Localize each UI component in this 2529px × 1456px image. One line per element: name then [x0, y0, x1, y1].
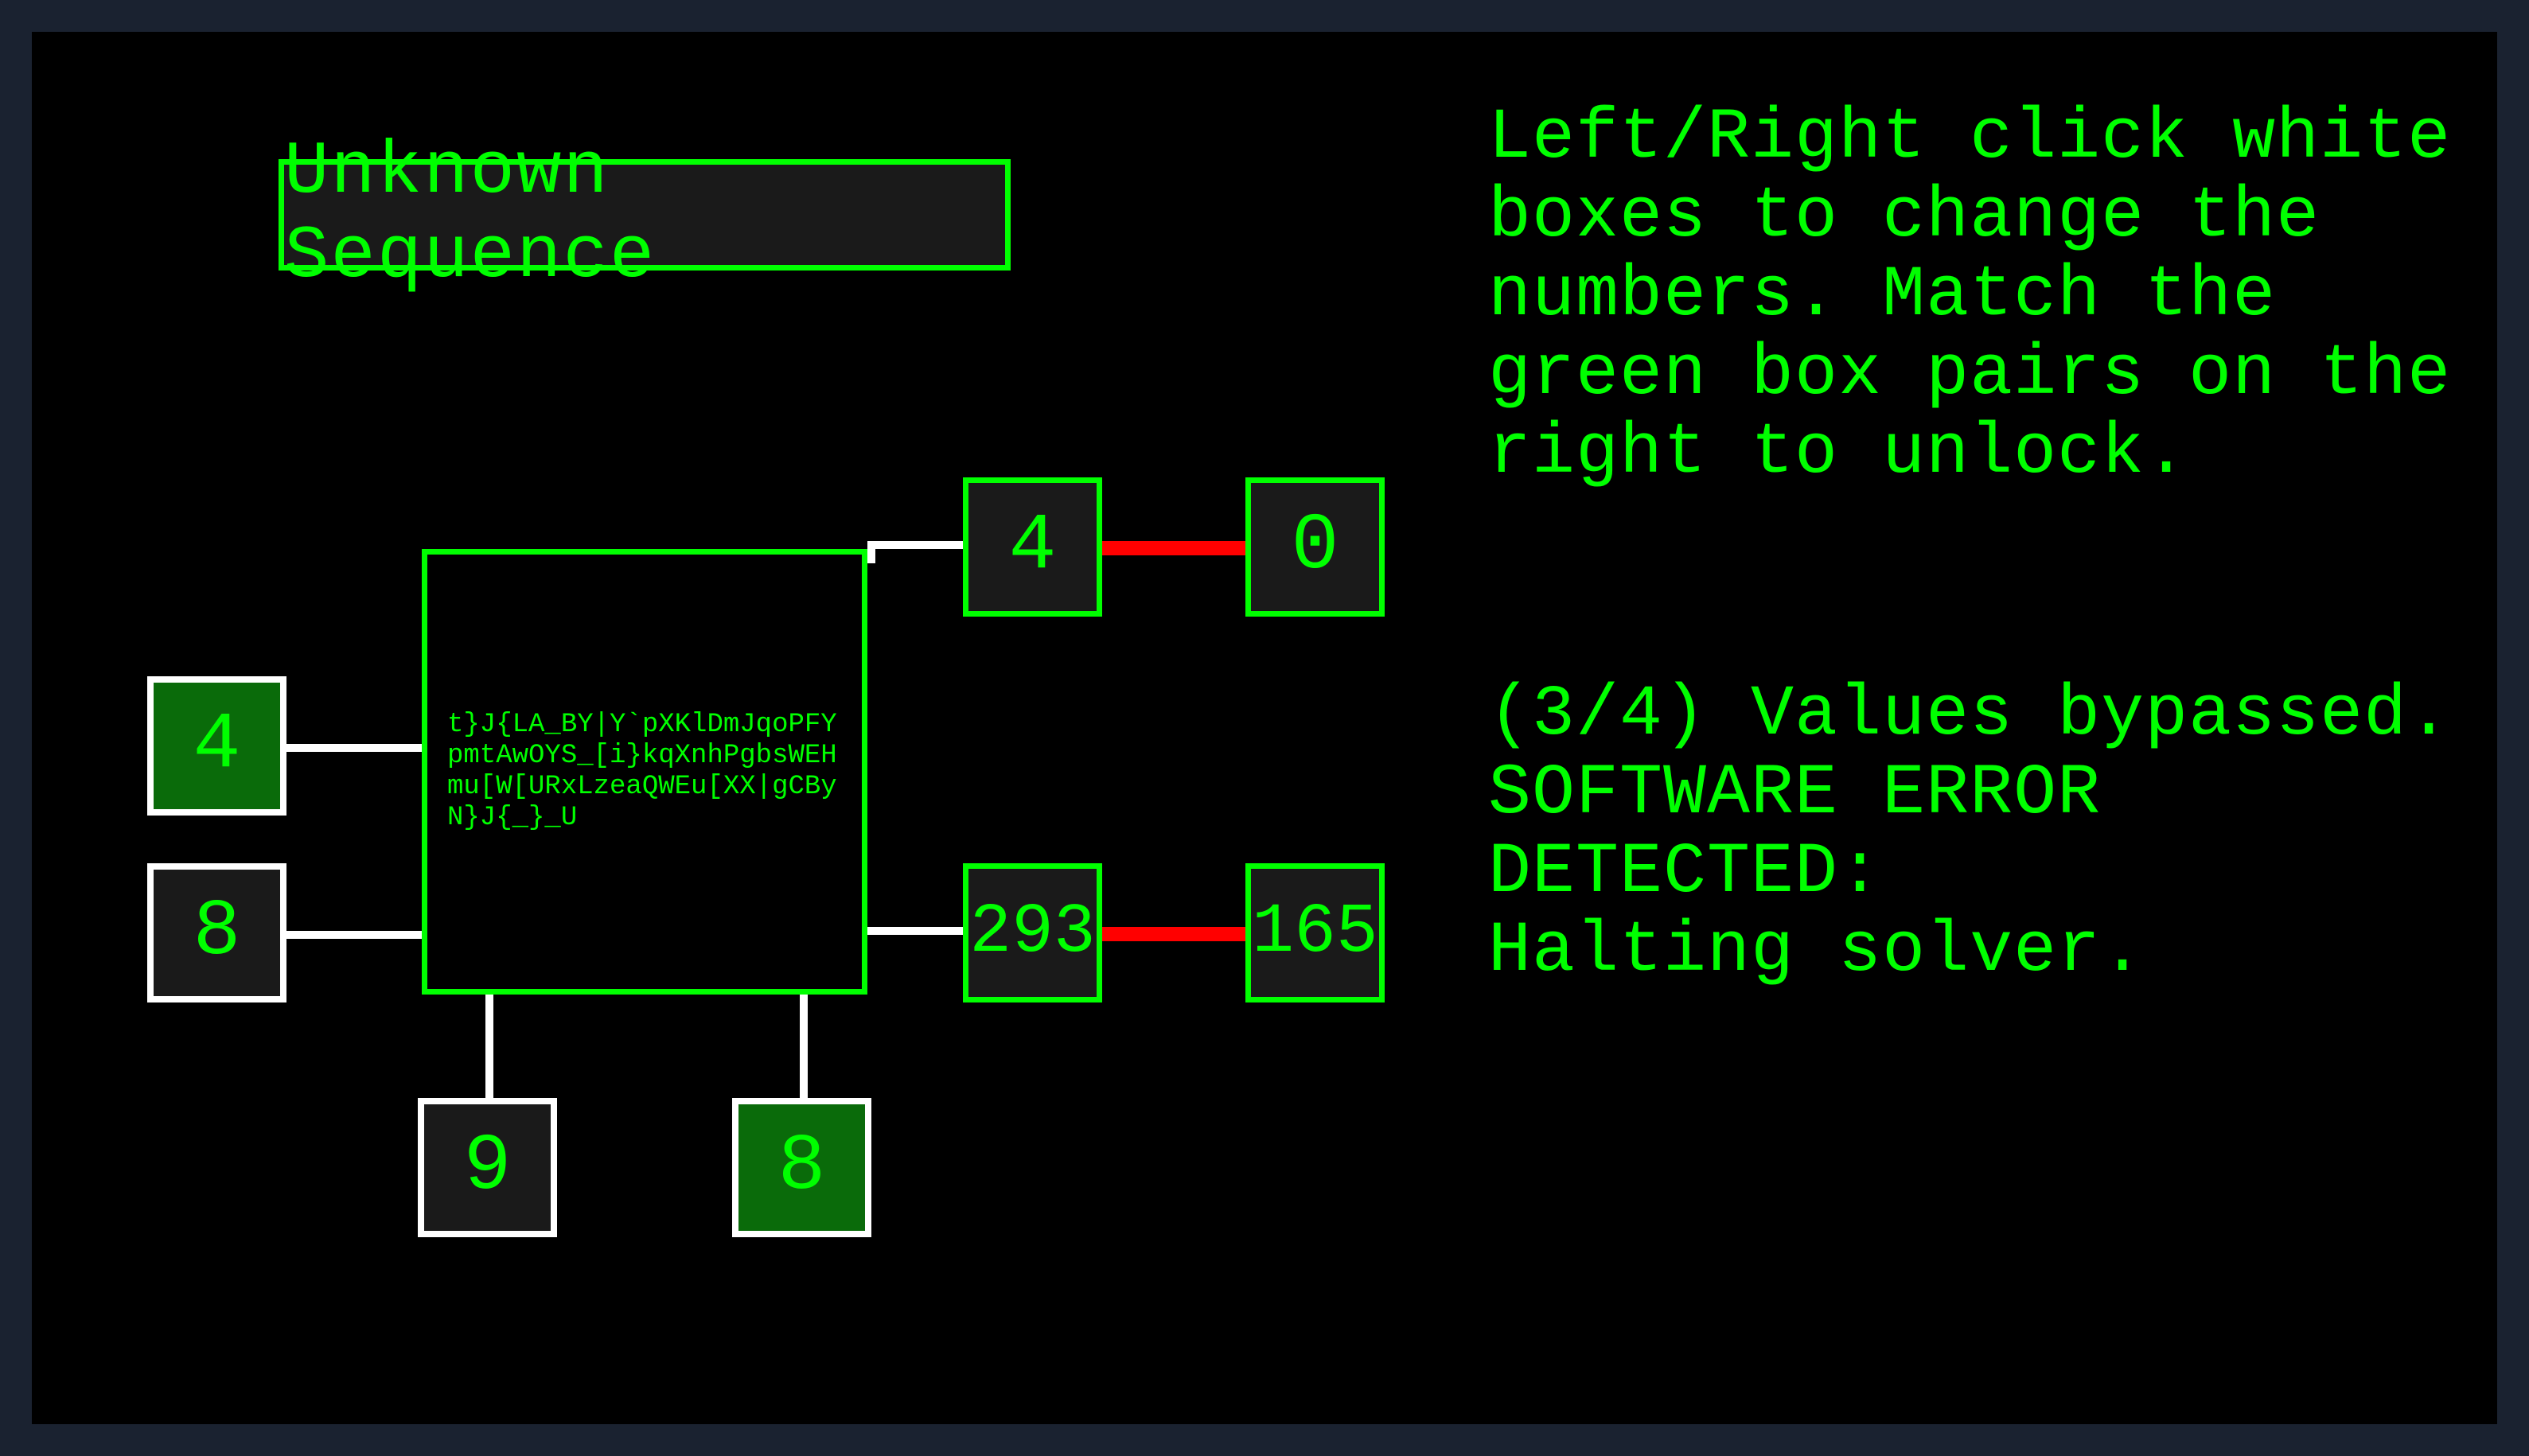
input-bottom-2[interactable]: 8	[732, 1098, 871, 1237]
wire-right-1-stub	[867, 547, 875, 563]
input-bottom-1[interactable]: 9	[418, 1098, 557, 1237]
instructions-text: Left/Right click white boxes to change t…	[1488, 99, 2467, 493]
wire-right-2	[867, 927, 963, 935]
output-target-2: 165	[1245, 863, 1385, 1002]
wire-right-1	[867, 541, 963, 549]
output-target-1: 0	[1245, 477, 1385, 617]
wire-left-2	[286, 931, 422, 939]
game-panel: Unknown Sequence t}J{LA_BY|Y`pXKlDmJqoPF…	[32, 32, 2497, 1424]
cipher-box: t}J{LA_BY|Y`pXKlDmJqoPFYpmtAwOYS_[i}kqXn…	[422, 549, 867, 995]
puzzle-title: Unknown Sequence	[279, 159, 1011, 271]
output-computed-2: 293	[963, 863, 1102, 1002]
cipher-text: t}J{LA_BY|Y`pXKlDmJqoPFYpmtAwOYS_[i}kqXn…	[447, 710, 842, 834]
wire-mismatch-2	[1102, 927, 1245, 941]
wire-left-1	[286, 744, 422, 752]
wire-bottom-2	[800, 995, 808, 1098]
output-computed-1: 4	[963, 477, 1102, 617]
status-text: (3/4) Values bypassed.SOFTWARE ERROR DET…	[1488, 676, 2467, 991]
wire-bottom-1	[485, 995, 493, 1098]
input-left-2[interactable]: 8	[147, 863, 286, 1002]
wire-mismatch-1	[1102, 541, 1245, 555]
input-left-1[interactable]: 4	[147, 676, 286, 816]
